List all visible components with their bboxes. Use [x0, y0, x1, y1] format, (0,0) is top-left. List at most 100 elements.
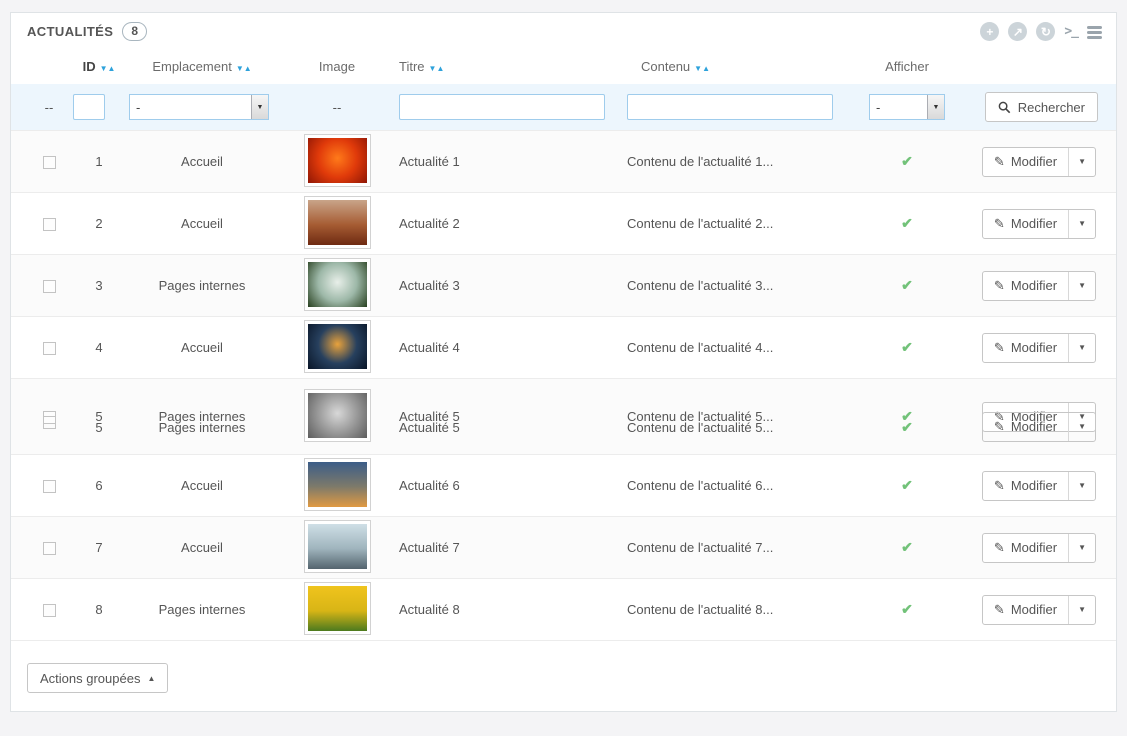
- modifier-button-label: Modifier: [1011, 278, 1057, 293]
- modifier-button-main[interactable]: ✎Modifier: [983, 413, 1068, 441]
- modifier-button-main[interactable]: ✎Modifier: [983, 472, 1068, 500]
- thumbnail[interactable]: [304, 196, 371, 249]
- sort-icons[interactable]: ▼▲: [236, 64, 252, 73]
- modifier-button[interactable]: ✎Modifier▼: [982, 533, 1096, 563]
- thumbnail[interactable]: [304, 520, 371, 573]
- caret-down-icon: ▼: [1078, 605, 1086, 614]
- modifier-button[interactable]: ✎Modifier ▼: [982, 147, 1096, 177]
- row-afficher-cell: ✔: [847, 477, 967, 494]
- row-id-text: 2: [95, 216, 102, 231]
- row-actions-cell: ✎Modifier▼: [967, 471, 1100, 501]
- sql-manager-icon[interactable]: [1087, 23, 1102, 41]
- modifier-dropdown-toggle[interactable]: ▼: [1068, 210, 1095, 238]
- emplacement-filter-select[interactable]: - ▼: [129, 94, 269, 120]
- add-icon[interactable]: +: [980, 22, 999, 41]
- modifier-dropdown-toggle[interactable]: ▼: [1068, 334, 1095, 362]
- row-checkbox[interactable]: [43, 280, 56, 293]
- thumbnail[interactable]: [304, 320, 371, 373]
- thumbnail[interactable]: [304, 258, 371, 311]
- row-image-cell: [277, 134, 397, 190]
- modifier-button[interactable]: ✎Modifier▼: [982, 412, 1096, 442]
- row-titre: Actualité 5Actualité 5: [399, 409, 460, 424]
- row-contenu: Contenu de l'actualité 7...: [627, 540, 773, 555]
- row-checkbox[interactable]: [43, 156, 56, 169]
- row-id-text: 6: [95, 478, 102, 493]
- row-checkbox[interactable]: [43, 342, 56, 355]
- sql-console-icon[interactable]: >_: [1064, 24, 1078, 39]
- column-header-id[interactable]: ID▼▲: [71, 59, 127, 74]
- row-titre-cell: Actualité 1: [397, 154, 625, 169]
- modifier-button-main[interactable]: ✎Modifier: [983, 596, 1068, 624]
- id-filter-input[interactable]: [73, 94, 105, 120]
- row-titre-text: Actualité 7: [399, 540, 460, 555]
- row-emplacement-text: Accueil: [181, 154, 223, 169]
- row-select-cell: [27, 540, 71, 555]
- caret-down-icon: ▼: [1078, 219, 1086, 228]
- visible-check-icon: ✔: [901, 601, 913, 618]
- row-id-text: 1: [95, 154, 102, 169]
- search-button[interactable]: Rechercher: [985, 92, 1098, 122]
- thumbnail[interactable]: [304, 458, 371, 511]
- sort-icons[interactable]: ▼▲: [694, 64, 710, 73]
- row-checkbox[interactable]: [43, 480, 56, 493]
- caret-down-icon: ▼: [1078, 157, 1086, 166]
- modifier-dropdown-toggle[interactable]: ▼: [1068, 148, 1095, 176]
- modifier-button-main[interactable]: ✎Modifier: [983, 534, 1068, 562]
- row-contenu-cell: Contenu de l'actualité 6...: [625, 478, 847, 493]
- row-image-cell: [277, 196, 397, 252]
- modifier-dropdown-toggle[interactable]: ▼: [1068, 472, 1095, 500]
- titre-filter-input[interactable]: [399, 94, 605, 120]
- modifier-button[interactable]: ✎Modifier ▼: [982, 209, 1096, 239]
- column-header-contenu[interactable]: Contenu▼▲: [625, 59, 847, 74]
- row-id-text: 8: [95, 602, 102, 617]
- row-id-cell: 4: [71, 340, 127, 355]
- modifier-button-main[interactable]: ✎Modifier: [983, 334, 1068, 362]
- row-titre-cell: Actualité 4: [397, 340, 625, 355]
- modifier-button-main[interactable]: ✎Modifier: [983, 272, 1068, 300]
- select-arrow-icon: ▼: [927, 95, 944, 119]
- row-checkbox[interactable]: [43, 604, 56, 617]
- thumbnail[interactable]: [304, 582, 371, 635]
- filter-select-cell: --: [27, 100, 71, 115]
- thumbnail[interactable]: [304, 389, 371, 442]
- sort-icons[interactable]: ▼▲: [429, 64, 445, 73]
- modifier-button[interactable]: ✎Modifier▼: [982, 471, 1096, 501]
- column-header-titre[interactable]: Titre▼▲: [397, 59, 625, 74]
- visible-check-icon-text: ✔: [901, 339, 913, 355]
- column-header-emplacement[interactable]: Emplacement▼▲: [127, 59, 277, 74]
- row-emplacement: Pages internes: [159, 602, 246, 617]
- row-afficher-cell: ✔✔: [847, 408, 967, 425]
- visible-check-icon-text: ✔: [901, 277, 913, 293]
- row-checkbox[interactable]: [43, 218, 56, 231]
- modifier-button[interactable]: ✎Modifier▼: [982, 271, 1096, 301]
- modifier-dropdown-toggle[interactable]: ▼: [1068, 534, 1095, 562]
- row-image-cell: [277, 582, 397, 638]
- afficher-filter-select[interactable]: - ▼: [869, 94, 945, 120]
- sort-icons[interactable]: ▼▲: [100, 64, 116, 73]
- modifier-button[interactable]: ✎Modifier ▼: [982, 595, 1096, 625]
- row-id: 3: [95, 278, 102, 293]
- row-checkbox[interactable]: [43, 542, 56, 555]
- lighthouse-sunset-image: [308, 462, 367, 507]
- row-actions-cell: ✎Modifier ▼: [967, 595, 1100, 625]
- modifier-dropdown-toggle[interactable]: ▼: [1068, 272, 1095, 300]
- contenu-filter-input[interactable]: [627, 94, 833, 120]
- row-titre: Actualité 7: [399, 540, 460, 555]
- filter-titre-cell: [397, 94, 625, 120]
- modifier-button[interactable]: ✎Modifier▼: [982, 333, 1096, 363]
- modifier-dropdown-toggle[interactable]: ▼: [1068, 596, 1095, 624]
- row-contenu: Contenu de l'actualité 5...Contenu de l'…: [627, 409, 773, 424]
- row-id: 7: [95, 540, 102, 555]
- export-icon[interactable]: ↗: [1008, 22, 1027, 41]
- checkbox-wrap: [43, 340, 56, 355]
- thumbnail[interactable]: [304, 134, 371, 187]
- row-afficher-cell: ✔: [847, 215, 967, 232]
- modifier-button-main[interactable]: ✎Modifier: [983, 210, 1068, 238]
- refresh-icon[interactable]: ↻: [1036, 22, 1055, 41]
- modifier-dropdown-toggle[interactable]: ▼: [1068, 413, 1095, 441]
- pencil-icon: ✎: [994, 216, 1005, 232]
- modifier-button-main[interactable]: ✎Modifier: [983, 148, 1068, 176]
- row-contenu-text: Contenu de l'actualité 1...: [627, 154, 773, 169]
- bulk-actions-button[interactable]: Actions groupées ▲: [27, 663, 168, 693]
- row-checkbox-ghost[interactable]: [43, 416, 56, 429]
